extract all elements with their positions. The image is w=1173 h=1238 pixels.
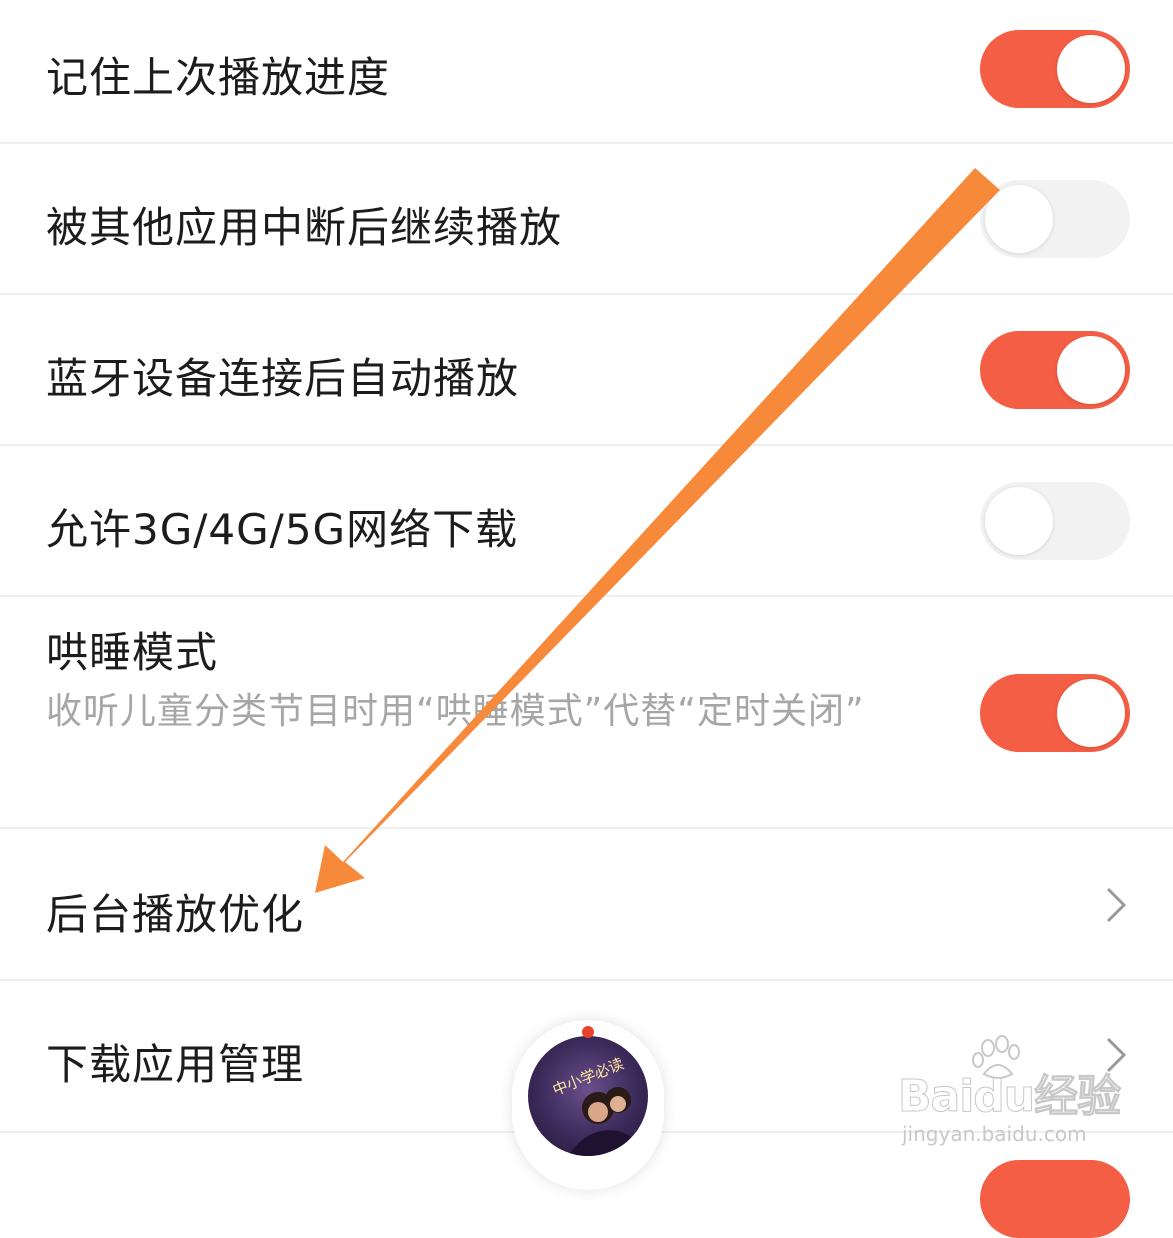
toggle-knob [1057, 679, 1125, 747]
next-setting-toggle[interactable] [980, 1160, 1130, 1238]
setting-label: 记住上次播放进度 [46, 53, 391, 102]
setting-row-background-optimize[interactable]: 后台播放优化 [0, 829, 1173, 981]
setting-description: 收听儿童分类节目时用“哄睡模式”代替“定时关闭” [46, 691, 865, 732]
setting-label: 允许3G/4G/5G网络下载 [46, 505, 519, 554]
toggle-knob [1057, 35, 1125, 103]
setting-row-mobile-download: 允许3G/4G/5G网络下载 [0, 446, 1173, 597]
setting-label: 哄睡模式 [46, 628, 219, 677]
notification-dot [582, 1026, 594, 1038]
toggle-knob [1057, 336, 1125, 404]
watermark-brand: Baidu经验 [897, 1071, 1121, 1123]
setting-row-sleep-mode: 哄睡模式 收听儿童分类节目时用“哄睡模式”代替“定时关闭” [0, 597, 1173, 829]
sleep-mode-toggle[interactable] [980, 674, 1130, 752]
baidu-watermark: Baidu经验 jingyan.baidu.com [897, 1035, 1138, 1152]
remember-progress-toggle[interactable] [980, 30, 1130, 108]
setting-row-remember-progress: 记住上次播放进度 [0, 0, 1173, 144]
watermark-url: jingyan.baidu.com [902, 1122, 1087, 1146]
mini-player[interactable]: 中小学必读 [512, 1020, 664, 1190]
setting-row-bluetooth-autoplay: 蓝牙设备连接后自动播放 [0, 295, 1173, 446]
toggle-knob [985, 487, 1053, 555]
setting-label: 蓝牙设备连接后自动播放 [46, 354, 520, 403]
setting-label: 后台播放优化 [46, 890, 305, 939]
setting-label: 下载应用管理 [46, 1040, 305, 1089]
toggle-knob [985, 185, 1053, 253]
mobile-download-toggle[interactable] [980, 482, 1130, 560]
cover-art-icon [568, 1087, 643, 1156]
album-cover[interactable]: 中小学必读 [528, 1036, 648, 1156]
bluetooth-autoplay-toggle[interactable] [980, 331, 1130, 409]
setting-row-resume-after-interrupt: 被其他应用中断后继续播放 [0, 144, 1173, 295]
resume-after-interrupt-toggle[interactable] [980, 180, 1130, 258]
chevron-right-icon [1106, 887, 1127, 923]
setting-label: 被其他应用中断后继续播放 [46, 203, 563, 252]
